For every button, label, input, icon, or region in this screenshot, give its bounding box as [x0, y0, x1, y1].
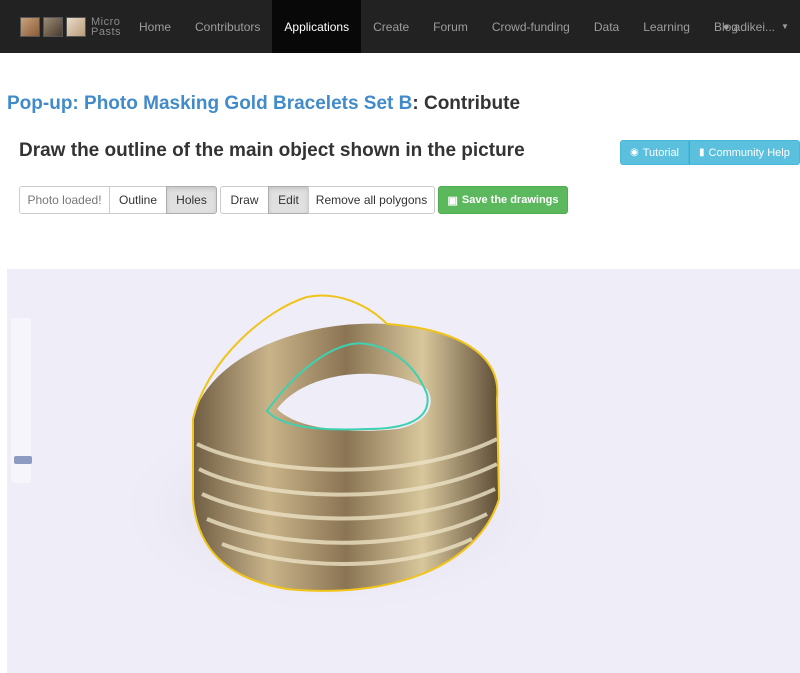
- edit-button[interactable]: Edit: [268, 186, 309, 214]
- save-drawings-button[interactable]: ▣ Save the drawings: [438, 186, 568, 214]
- tutorial-button[interactable]: ◉ Tutorial: [620, 140, 690, 165]
- nav-forum[interactable]: Forum: [421, 0, 480, 53]
- page-title: Pop-up: Photo Masking Gold Bracelets Set…: [7, 93, 520, 115]
- brand-thumbnail-2: [43, 16, 63, 37]
- holes-mode-button[interactable]: Holes: [166, 186, 217, 214]
- zoom-slider[interactable]: [11, 318, 32, 483]
- nav-crowd-funding[interactable]: Crowd-funding: [480, 0, 582, 53]
- nav-create[interactable]: Create: [361, 0, 421, 53]
- outline-mode-button[interactable]: Outline: [109, 186, 167, 214]
- brand-text: Micro Pasts: [91, 15, 122, 38]
- brand-text-line1: Micro: [91, 15, 121, 28]
- drawing-canvas[interactable]: [7, 269, 800, 673]
- book-icon: ▮: [699, 147, 705, 158]
- photo-status: Photo loaded!: [19, 186, 110, 214]
- nav-home[interactable]: Home: [127, 0, 183, 53]
- brand-thumbnail-1: [20, 16, 40, 37]
- community-help-button[interactable]: ▮ Community Help: [689, 140, 800, 165]
- page-title-suffix: : Contribute: [412, 93, 521, 114]
- eye-icon: ◉: [630, 147, 639, 158]
- main-nav: Home Contributors Applications Create Fo…: [127, 0, 789, 53]
- bracelet-photo: [107, 294, 567, 619]
- task-instruction: Draw the outline of the main object show…: [19, 140, 525, 161]
- floppy-disk-icon: ▣: [447, 194, 458, 207]
- zoom-slider-handle[interactable]: [14, 456, 32, 464]
- nav-applications[interactable]: Applications: [272, 0, 362, 53]
- draw-button[interactable]: Draw: [220, 186, 269, 214]
- community-help-label: Community Help: [708, 146, 790, 159]
- top-navbar: Micro Pasts Home Contributors Applicatio…: [0, 0, 800, 53]
- help-button-group: ◉ Tutorial ▮ Community Help: [620, 140, 800, 165]
- nav-data[interactable]: Data: [582, 0, 631, 53]
- tutorial-label: Tutorial: [642, 146, 680, 159]
- nav-learning[interactable]: Learning: [631, 0, 702, 53]
- save-drawings-label: Save the drawings: [461, 194, 559, 206]
- remove-all-polygons-button[interactable]: Remove all polygons: [308, 186, 435, 214]
- project-title-link[interactable]: Pop-up: Photo Masking Gold Bracelets Set…: [7, 93, 412, 114]
- brand-text-line2: Pasts: [91, 25, 122, 38]
- caret-down-icon: ▼: [781, 22, 789, 31]
- nav-contributors[interactable]: Contributors: [183, 0, 272, 53]
- person-icon: ●: [723, 20, 730, 33]
- user-menu[interactable]: ● adikei... ▼: [711, 0, 800, 53]
- brand-logo[interactable]: Micro Pasts: [20, 10, 121, 43]
- brand-thumbnail-3: [66, 16, 86, 37]
- user-name: adikei...: [733, 19, 776, 34]
